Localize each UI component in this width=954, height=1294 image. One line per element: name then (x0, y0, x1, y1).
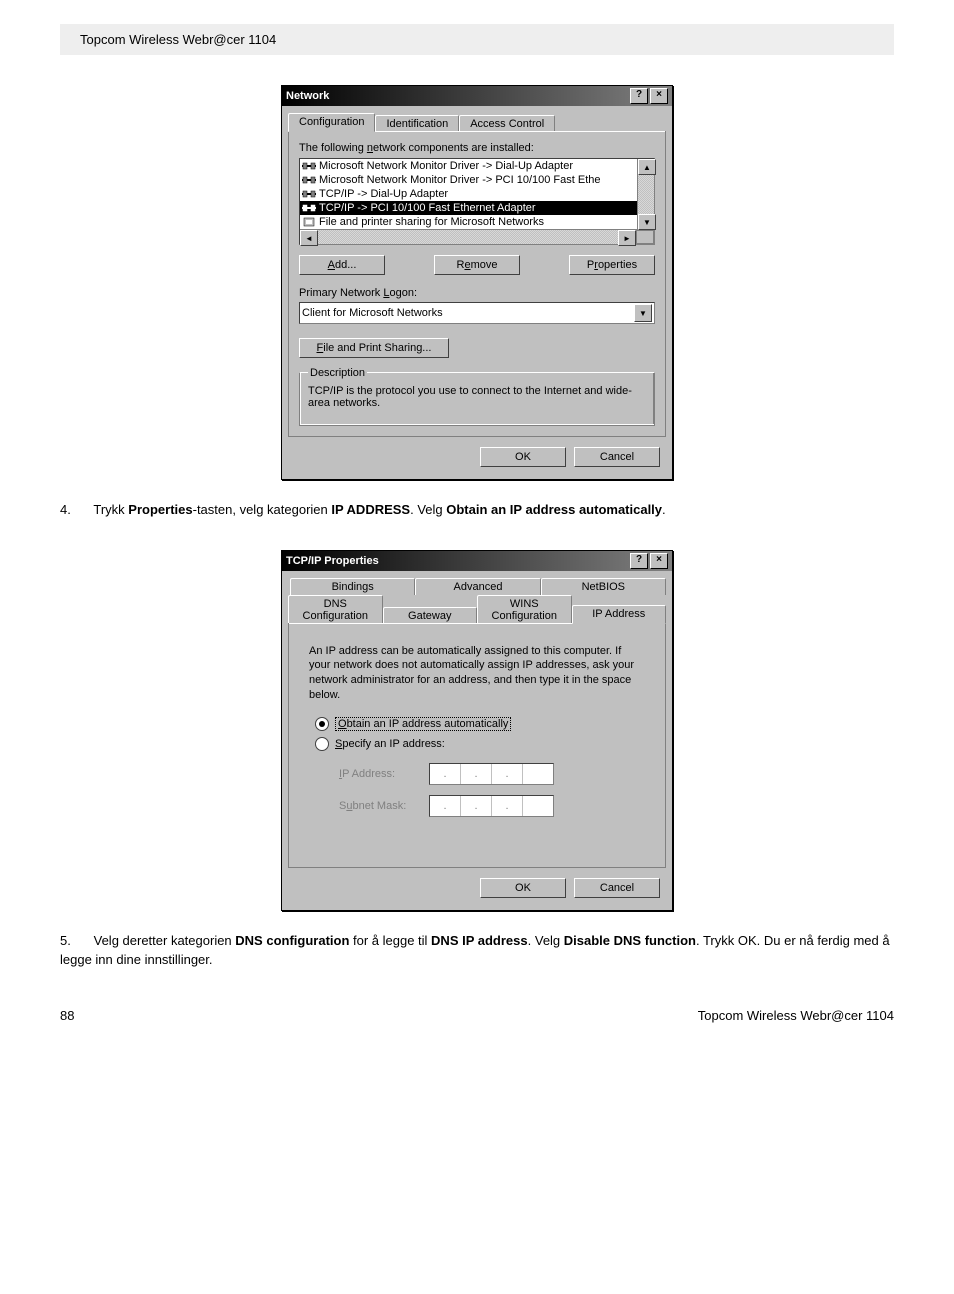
dialog2-inner: Bindings Advanced NetBIOS DNS Configurat… (282, 571, 672, 910)
tab-advanced[interactable]: Advanced (415, 578, 540, 595)
primary-logon-label: Primary Network Logon: (299, 287, 655, 299)
tabset-tcpip: An IP address can be automatically assig… (288, 623, 666, 868)
tab-configuration[interactable]: Configuration (288, 113, 375, 132)
properties-button[interactable]: Properties (569, 255, 655, 275)
tab-identification[interactable]: Identification (375, 115, 459, 132)
list-button-row: Add... Remove Properties (299, 255, 655, 275)
help-icon[interactable]: ? (630, 88, 648, 104)
tabset: The following network components are ins… (288, 131, 666, 437)
step-num: 4. (60, 500, 90, 520)
cancel-button[interactable]: Cancel (574, 447, 660, 467)
ip-address-row: IP Address: ... (339, 763, 649, 785)
list-item-selected[interactable]: TCP/IP -> PCI 10/100 Fast Ethernet Adapt… (300, 201, 638, 215)
subnet-mask-field: ... (429, 795, 554, 817)
ip-address-label: IP Address: (339, 768, 429, 780)
list-item[interactable]: Microsoft Network Monitor Driver -> Dial… (300, 159, 638, 173)
radio-specify-label: Specify an IP address: (335, 738, 445, 750)
page-footer: 88 Topcom Wireless Webr@cer 1104 (0, 1008, 954, 1043)
tab-access-control[interactable]: Access Control (459, 115, 555, 132)
protocol-icon (302, 175, 316, 186)
list-item[interactable]: Microsoft Network Monitor Driver -> PCI … (300, 173, 638, 187)
file-print-sharing-button[interactable]: File and Print Sharing... (299, 338, 449, 358)
component-listbox[interactable]: Microsoft Network Monitor Driver -> Dial… (299, 158, 655, 245)
remove-button[interactable]: Remove (434, 255, 520, 275)
scroll-track-h[interactable] (318, 230, 618, 244)
primary-logon-combo[interactable]: Client for Microsoft Networks ▼ (299, 302, 655, 324)
list-item[interactable]: TCP/IP -> Dial-Up Adapter (300, 187, 638, 201)
radio-group: Obtain an IP address automatically Speci… (315, 717, 649, 817)
protocol-icon (302, 203, 316, 214)
scroll-track[interactable] (638, 175, 654, 214)
tabs-row-upper: Bindings Advanced NetBIOS (290, 577, 666, 594)
dialog1-inner: Configuration Identification Access Cont… (282, 106, 672, 479)
step-num: 5. (60, 931, 90, 951)
ip-grid: IP Address: ... Subnet Mask: ... (339, 763, 649, 817)
subnet-mask-row: Subnet Mask: ... (339, 795, 649, 817)
groupbox-title: Description (308, 367, 367, 379)
tab-dns-config[interactable]: DNS Configuration (288, 595, 383, 624)
tcpip-dialog: TCP/IP Properties ? × Bindings Advanced … (281, 550, 673, 911)
title-text: Network (286, 90, 628, 102)
dialog1-footer: OK Cancel (288, 437, 666, 473)
ip-address-field: ... (429, 763, 554, 785)
description-text: TCP/IP is the protocol you use to connec… (308, 385, 646, 409)
title-text: TCP/IP Properties (286, 555, 628, 567)
tabs-row-lower: DNS Configuration Gateway WINS Configura… (288, 594, 666, 623)
fps-row: File and Print Sharing... (299, 338, 655, 358)
step-5: 5. Velg deretter kategorien DNS configur… (60, 931, 894, 970)
titlebar-tcpip: TCP/IP Properties ? × (282, 551, 672, 571)
ok-button[interactable]: OK (480, 447, 566, 467)
scroll-left-icon[interactable]: ◄ (300, 230, 318, 246)
add-button[interactable]: Add... (299, 255, 385, 275)
radio-unchecked-icon (315, 737, 329, 751)
help-icon[interactable]: ? (630, 553, 648, 569)
tab-gateway[interactable]: Gateway (383, 607, 478, 624)
cancel-button[interactable]: Cancel (574, 878, 660, 898)
description-groupbox: Description TCP/IP is the protocol you u… (299, 372, 655, 426)
list-label: The following network components are ins… (299, 142, 655, 154)
radio-checked-icon (315, 717, 329, 731)
tab-wins-config[interactable]: WINS Configuration (477, 595, 572, 624)
ip-info-text: An IP address can be automatically assig… (309, 644, 645, 703)
scroll-right-icon[interactable]: ► (618, 230, 636, 246)
tab-ip-address[interactable]: IP Address (572, 605, 667, 624)
tab-body-config: The following network components are ins… (289, 131, 665, 436)
scrollbar-corner (636, 230, 654, 244)
page-header: Topcom Wireless Webr@cer 1104 (60, 24, 894, 55)
dialog2-footer: OK Cancel (288, 868, 666, 904)
protocol-icon (302, 161, 316, 172)
protocol-icon (302, 189, 316, 200)
tabs-row: Configuration Identification Access Cont… (288, 112, 666, 131)
dialog2-wrap: TCP/IP Properties ? × Bindings Advanced … (60, 550, 894, 911)
list-item[interactable]: File and printer sharing for Microsoft N… (300, 215, 638, 229)
radio-obtain[interactable]: Obtain an IP address automatically (315, 717, 649, 731)
close-icon[interactable]: × (650, 88, 668, 104)
combo-value: Client for Microsoft Networks (302, 307, 443, 319)
dialog1-wrap: Network ? × Configuration Identification… (60, 85, 894, 480)
scroll-down-icon[interactable]: ▼ (638, 214, 656, 230)
tab-netbios[interactable]: NetBIOS (541, 578, 666, 595)
network-dialog: Network ? × Configuration Identification… (281, 85, 673, 480)
tab-body-ip: An IP address can be automatically assig… (289, 623, 665, 867)
ok-button[interactable]: OK (480, 878, 566, 898)
scrollbar-vertical[interactable]: ▲ ▼ (637, 159, 654, 230)
product-name: Topcom Wireless Webr@cer 1104 (80, 32, 276, 47)
service-icon (302, 217, 316, 228)
page-number: 88 (60, 1008, 74, 1023)
radio-obtain-label: Obtain an IP address automatically (335, 717, 511, 731)
scroll-up-icon[interactable]: ▲ (638, 159, 656, 175)
close-icon[interactable]: × (650, 553, 668, 569)
scrollbar-horizontal[interactable]: ◄ ► (300, 229, 654, 244)
radio-specify[interactable]: Specify an IP address: (315, 737, 649, 751)
page-content: Network ? × Configuration Identification… (0, 85, 954, 1008)
list-content: Microsoft Network Monitor Driver -> Dial… (300, 159, 638, 229)
tab-bindings[interactable]: Bindings (290, 578, 415, 595)
step-4: 4. Trykk Properties-tasten, velg kategor… (60, 500, 894, 520)
subnet-mask-label: Subnet Mask: (339, 800, 429, 812)
chevron-down-icon[interactable]: ▼ (634, 304, 652, 322)
footer-product: Topcom Wireless Webr@cer 1104 (698, 1008, 894, 1023)
titlebar-network: Network ? × (282, 86, 672, 106)
